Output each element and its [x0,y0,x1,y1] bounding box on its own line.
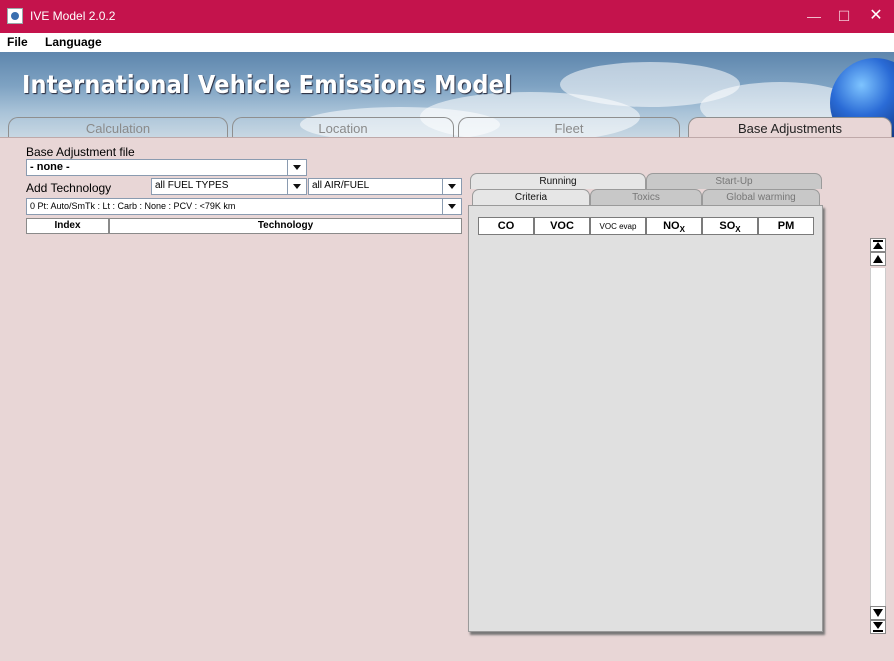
air-fuel-select[interactable]: all AIR/FUEL [308,178,462,195]
criteria-panel [468,205,823,632]
tab-location[interactable]: Location [232,117,454,137]
technology-select[interactable]: 0 Pt: Auto/SmTk : Lt : Carb : None : PCV… [26,198,462,215]
add-technology-label: Add Technology [26,181,112,195]
scroll-top-button[interactable] [870,238,886,252]
tab-toxics[interactable]: Toxics [590,189,702,205]
tab-fleet[interactable]: Fleet [458,117,680,137]
close-button[interactable]: ✕ [866,6,886,26]
scroll-bottom-button[interactable] [870,620,886,634]
chevron-down-icon[interactable] [287,160,306,175]
tab-calculation[interactable]: Calculation [8,117,228,137]
column-nox[interactable]: NOX [646,217,702,235]
tab-global-warming[interactable]: Global warming [702,189,820,205]
menu-language[interactable]: Language [45,35,102,49]
column-voc[interactable]: VOC [534,217,590,235]
minimize-button[interactable]: — [804,6,824,26]
fuel-type-select[interactable]: all FUEL TYPES [151,178,307,195]
column-voc-evap[interactable]: VOC evap [590,217,646,235]
title-bar: IVE Model 2.0.2 — ☐ ✕ [0,0,894,33]
scrollbar-track[interactable] [870,268,886,606]
app-title: International Vehicle Emissions Model [22,70,513,99]
column-sox[interactable]: SOX [702,217,758,235]
scroll-down-button[interactable] [870,606,886,620]
scroll-up-button[interactable] [870,252,886,266]
chevron-down-icon[interactable] [442,179,461,194]
tab-running[interactable]: Running [470,173,646,189]
fuel-type-value: all FUEL TYPES [155,180,229,191]
column-header-technology[interactable]: Technology [109,218,462,234]
technology-value: 0 Pt: Auto/SmTk : Lt : Carb : None : PCV… [30,201,236,211]
maximize-button[interactable]: ☐ [834,6,854,26]
menu-file[interactable]: File [7,35,28,49]
menu-bar: File Language [0,33,894,52]
base-adjustment-file-label: Base Adjustment file [26,145,135,159]
column-header-index[interactable]: Index [26,218,109,234]
column-co[interactable]: CO [478,217,534,235]
tab-base-adjustments[interactable]: Base Adjustments [688,117,892,137]
tab-start-up[interactable]: Start-Up [646,173,822,189]
base-adjustment-file-select[interactable]: - none - [26,159,307,176]
column-pm[interactable]: PM [758,217,814,235]
tab-divider [0,137,894,138]
java-app-icon [7,8,23,24]
window-title: IVE Model 2.0.2 [30,9,116,23]
air-fuel-value: all AIR/FUEL [312,180,370,191]
tab-criteria[interactable]: Criteria [472,189,590,205]
chevron-down-icon[interactable] [442,199,461,214]
chevron-down-icon[interactable] [287,179,306,194]
base-adjustment-file-value: - none - [30,161,70,173]
